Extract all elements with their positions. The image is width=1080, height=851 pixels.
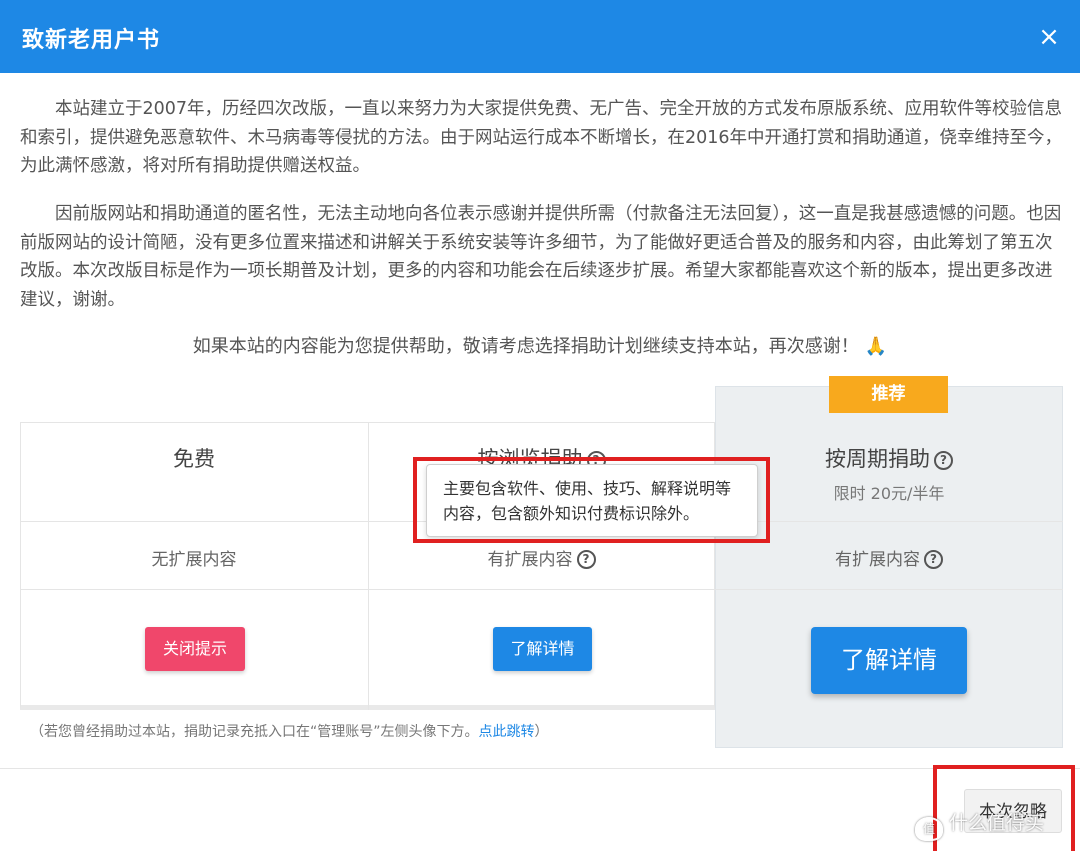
plan-free-ext: 无扩展内容 [151,550,237,570]
plan-per-view-ext: 有扩展内容? [368,545,715,570]
watermark: 值什么值得买 [915,808,1044,841]
plan-periodic-ext-label: 有扩展内容 [835,550,920,570]
dialog-header: 致新老用户书 × [0,0,1080,73]
plan-free-name: 免费 [173,447,215,471]
watermark-text: 什么值得买 [949,812,1045,834]
intro-paragraph-2: 因前版网站和捐助通道的匿名性，无法主动地向各位表示感谢并提供所需（付款备注无法回… [20,204,1062,310]
close-tip-button[interactable]: 关闭提示 [145,627,245,671]
dialog-title: 致新老用户书 [22,28,161,53]
footer-divider [0,768,1080,769]
help-icon[interactable]: ? [934,451,953,470]
footnote: （若您曾经捐助过本站，捐助记录充抵入口在“管理账号”左侧头像下方。点此跳转） [30,721,549,741]
thanks-text: 如果本站的内容能为您提供帮助，敬请考虑选择捐助计划继续支持本站，再次感谢！ [192,336,859,357]
plan-periodic-ext: 有扩展内容? [715,545,1063,570]
recommend-badge: 推荐 [829,376,948,413]
plans-row-divider [20,589,1063,590]
highlight-box [413,457,770,543]
help-icon[interactable]: ? [924,550,943,569]
help-icon[interactable]: ? [576,550,596,569]
footnote-end: ） [534,724,549,740]
learn-more-primary-button[interactable]: 了解详情 [811,627,967,694]
plan-per-view-ext-label: 有扩展内容 [487,550,573,570]
close-icon[interactable]: × [1034,22,1064,52]
watermark-logo-icon: 值 [915,817,943,841]
intro-paragraph-1: 本站建立于2007年，历经四次改版，一直以来努力为大家提供免费、无广告、完全开放… [20,99,1063,176]
plan-periodic-name: 按周期捐助 [825,447,930,471]
thanks-line: 如果本站的内容能为您提供帮助，敬请考虑选择捐助计划继续支持本站，再次感谢！ 🙏 [0,332,1080,358]
jump-link[interactable]: 点此跳转 [479,724,535,740]
praying-hands-icon: 🙏 [864,336,888,357]
learn-more-button[interactable]: 了解详情 [493,627,592,671]
footnote-text: （若您曾经捐助过本站，捐助记录充抵入口在“管理账号”左侧头像下方。 [30,724,479,740]
